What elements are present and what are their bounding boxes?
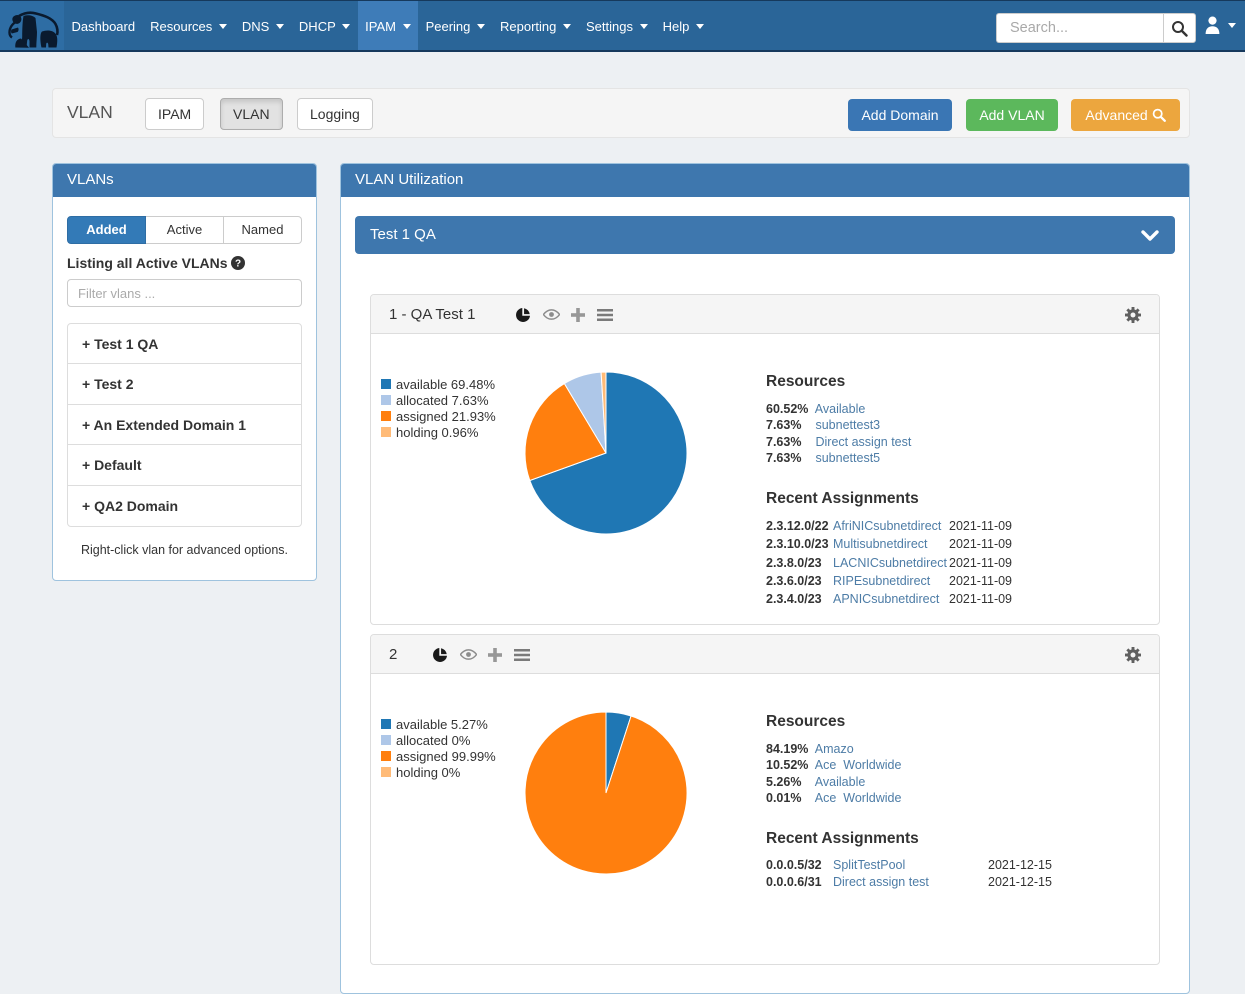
svg-text:?: ? [235, 259, 241, 270]
